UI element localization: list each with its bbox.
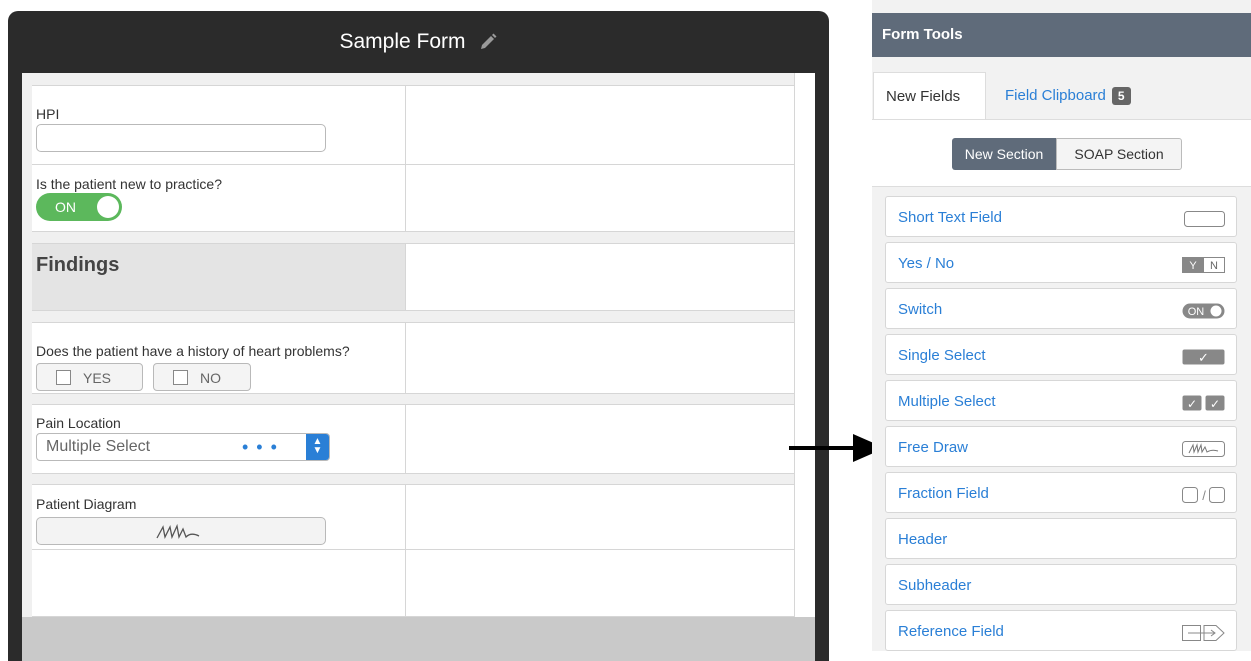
tool-switch[interactable]: Switch ON — [885, 288, 1237, 329]
heart-question-label: Does the patient have a history of heart… — [36, 343, 350, 359]
tool-label: Subheader — [898, 577, 972, 594]
no-button[interactable]: NO — [153, 363, 251, 391]
checkmark-glyph-2: ✓ — [1210, 397, 1220, 411]
tool-yes-no[interactable]: Yes / No Y N — [885, 242, 1237, 283]
form-cell[interactable]: HPI — [32, 86, 406, 164]
form-row-heart: Does the patient have a history of heart… — [32, 322, 805, 394]
checkmark-glyph-1: ✓ — [1187, 397, 1197, 411]
form-tools-title: Form Tools — [872, 13, 1251, 57]
new-section-button[interactable]: New Section — [952, 138, 1056, 170]
form-row-pain: Pain Location Multiple Select ••• ▲ ▼ — [32, 404, 805, 474]
select-stepper-icon[interactable]: ▲ ▼ — [306, 434, 329, 460]
select-value: Multiple Select — [46, 438, 151, 455]
form-title[interactable]: Sample Form — [339, 30, 465, 54]
form-cell-empty[interactable] — [406, 550, 805, 616]
pencil-icon[interactable] — [478, 32, 498, 52]
form-cell-empty[interactable] — [32, 550, 406, 616]
reference-icon — [1182, 625, 1225, 641]
new-patient-label: Is the patient new to practice? — [36, 176, 222, 192]
checkmark-glyph: ✓ — [1198, 351, 1209, 366]
canvas-scrollbar[interactable] — [794, 73, 815, 633]
tool-label: Yes / No — [898, 255, 955, 272]
form-editor: Sample Form HPI Is the patient new to pr… — [8, 11, 829, 661]
checkbox-icon — [173, 370, 188, 385]
form-row-empty — [32, 549, 805, 617]
ellipsis-icon: ••• — [242, 437, 285, 457]
switch-state: ON — [55, 199, 76, 215]
form-tools-panel: Form Tools New Fields Field Clipboard 5 N… — [872, 0, 1251, 651]
findings-header: Findings — [36, 254, 120, 276]
form-cell-empty[interactable] — [406, 165, 805, 231]
tool-label: Single Select — [898, 347, 986, 364]
form-cell-empty[interactable] — [406, 244, 805, 310]
yes-no-icon-n: N — [1210, 260, 1218, 272]
form-cell[interactable]: Does the patient have a history of heart… — [32, 323, 406, 393]
checkbox-icon — [56, 370, 71, 385]
tool-reference-field[interactable]: Reference Field — [885, 610, 1237, 651]
no-label: NO — [200, 370, 221, 386]
switch-icon-label: ON — [1188, 306, 1205, 318]
tool-header[interactable]: Header — [885, 518, 1237, 559]
form-cell-header[interactable]: Findings — [32, 244, 406, 310]
tool-multiple-select[interactable]: Multiple Select ✓ ✓ — [885, 380, 1237, 421]
tool-label: Short Text Field — [898, 209, 1002, 226]
tool-fraction-field[interactable]: Fraction Field / — [885, 472, 1237, 513]
scribble-icon — [156, 523, 200, 540]
fraction-slash: / — [1202, 488, 1206, 503]
tool-label: Switch — [898, 301, 943, 318]
form-cell-empty[interactable] — [406, 323, 805, 393]
tool-free-draw[interactable]: Free Draw — [885, 426, 1237, 467]
fraction-icon: / — [1182, 487, 1225, 503]
form-cell[interactable]: Is the patient new to practice? ON — [32, 165, 406, 231]
form-row-hpi: HPI — [32, 85, 805, 165]
hpi-label: HPI — [36, 106, 60, 122]
clipboard-count-badge: 5 — [1111, 87, 1131, 105]
yes-no-icon: Y N — [1182, 257, 1225, 273]
tab-new-fields[interactable]: New Fields — [873, 72, 986, 120]
yes-no-icon-y: Y — [1189, 260, 1197, 272]
new-patient-switch[interactable]: ON — [36, 193, 122, 221]
checkmark-icon: ✓ — [1182, 349, 1225, 366]
tool-label: Reference Field — [898, 623, 1004, 640]
hpi-input[interactable] — [36, 124, 326, 152]
form-cell-empty[interactable] — [406, 405, 805, 473]
form-cell-empty[interactable] — [406, 86, 805, 164]
form-row-new-patient: Is the patient new to practice? ON — [32, 164, 805, 232]
yes-button[interactable]: YES — [36, 363, 143, 391]
section-button-bar: New Section SOAP Section — [872, 119, 1251, 187]
switch-icon: ON — [1182, 303, 1225, 319]
pain-location-label: Pain Location — [36, 415, 121, 431]
form-row-findings: Findings — [32, 243, 805, 311]
tool-label: Fraction Field — [898, 485, 989, 502]
tab-field-clipboard[interactable]: Field Clipboard 5 — [993, 72, 1173, 120]
form-cell[interactable]: Patient Diagram — [32, 485, 406, 551]
soap-section-button[interactable]: SOAP Section — [1056, 138, 1182, 170]
form-title-bar: Sample Form — [8, 11, 829, 73]
tool-label: Multiple Select — [898, 393, 996, 410]
form-cell[interactable]: Pain Location Multiple Select ••• ▲ ▼ — [32, 405, 406, 473]
tool-label: Free Draw — [898, 439, 969, 456]
tab-field-clipboard-label: Field Clipboard — [1005, 87, 1106, 104]
scribble-icon — [1182, 441, 1225, 457]
free-draw-button[interactable] — [36, 517, 326, 545]
form-cell-empty[interactable] — [406, 485, 805, 551]
tool-subheader[interactable]: Subheader — [885, 564, 1237, 605]
form-row-diagram: Patient Diagram — [32, 484, 805, 552]
yes-label: YES — [83, 370, 112, 386]
text-field-icon — [1184, 211, 1225, 227]
tool-label: Header — [898, 531, 948, 548]
pain-location-select[interactable]: Multiple Select ••• ▲ ▼ — [36, 433, 330, 461]
switch-knob — [97, 196, 119, 218]
tool-short-text-field[interactable]: Short Text Field — [885, 196, 1237, 237]
diagram-label: Patient Diagram — [36, 496, 137, 512]
form-canvas: HPI Is the patient new to practice? ON F… — [22, 73, 815, 661]
tool-single-select[interactable]: Single Select ✓ — [885, 334, 1237, 375]
double-checkmark-icon: ✓ ✓ — [1182, 395, 1225, 411]
canvas-footer — [22, 617, 815, 661]
